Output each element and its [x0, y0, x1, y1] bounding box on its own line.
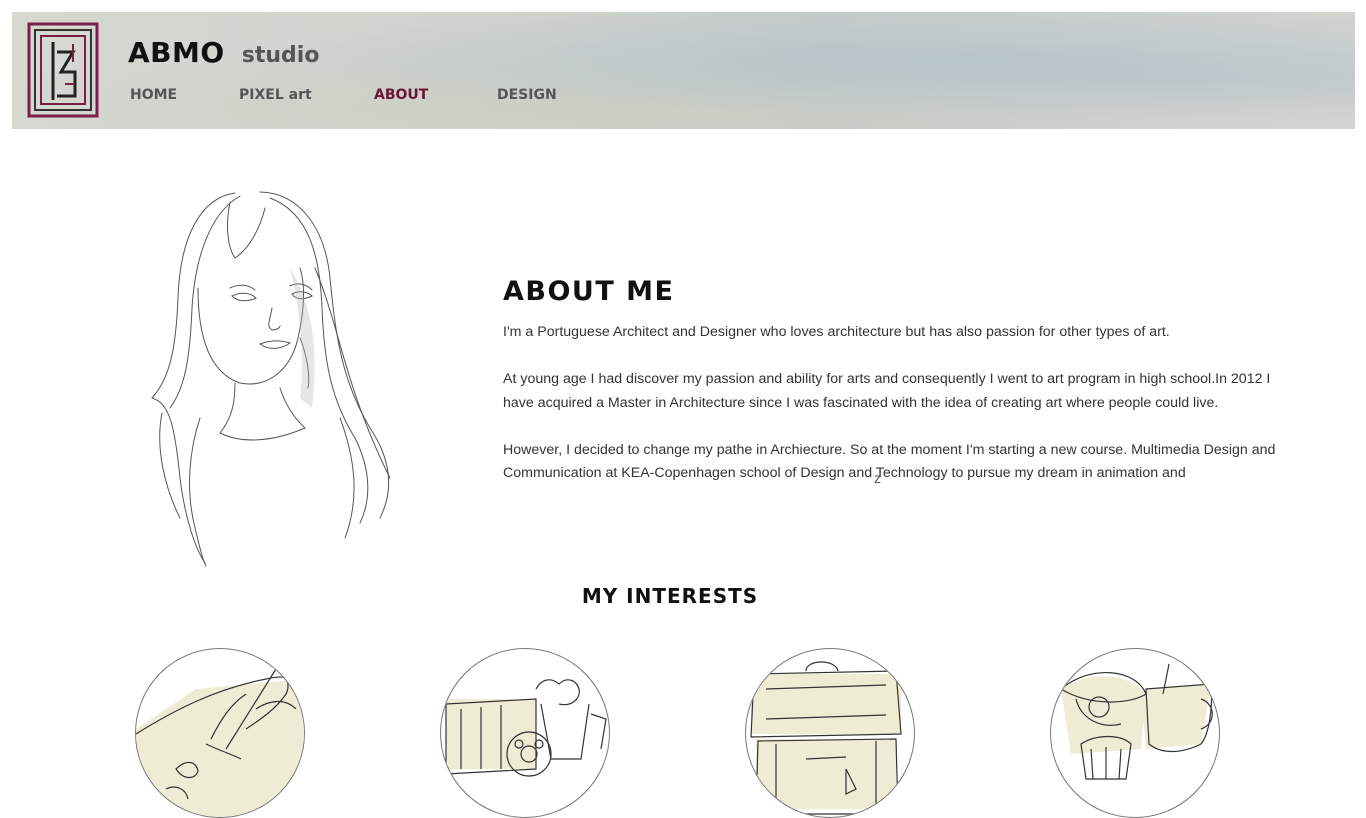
interest-baking-card[interactable] — [1050, 648, 1220, 818]
suitcase-travel-icon — [750, 661, 902, 815]
abmo-logo-icon[interactable] — [27, 22, 99, 118]
about-paragraph: However, I decided to change my pathe in… — [503, 441, 1276, 482]
cupcake-tea-icon — [1059, 663, 1213, 780]
nav-item-pixel-art[interactable]: PIXEL art — [239, 87, 312, 103]
about-paragraph: At young age I had discover my passion a… — [503, 371, 1271, 411]
nav-item-design[interactable]: DESIGN — [497, 87, 557, 103]
about-paragraph: I'm a Portuguese Architect and Designer … — [503, 324, 1170, 340]
interest-travel-card[interactable] — [745, 648, 915, 818]
stray-glyph: z — [874, 470, 881, 486]
about-title: ABOUT ME — [503, 276, 675, 307]
nav-item-about[interactable]: ABOUT — [374, 87, 428, 103]
brand-name: ABMO — [128, 36, 225, 69]
brand-title[interactable]: ABMO studio — [128, 36, 319, 69]
about-text: I'm a Portuguese Architect and Designer … — [503, 321, 1303, 509]
drawing-hand-icon — [136, 668, 304, 817]
brand-subtitle: studio — [241, 43, 320, 68]
cinema-popcorn-icon — [445, 679, 607, 777]
portrait-sketch — [151, 191, 391, 567]
nav-item-home[interactable]: HOME — [130, 87, 177, 103]
site-header: ABMO studio HOME PIXEL art ABOUT DESIGN — [12, 12, 1355, 129]
interest-cinema-card[interactable] — [440, 648, 610, 818]
interests-title: MY INTERESTS — [581, 584, 759, 608]
interest-drawing-card[interactable] — [135, 648, 305, 818]
